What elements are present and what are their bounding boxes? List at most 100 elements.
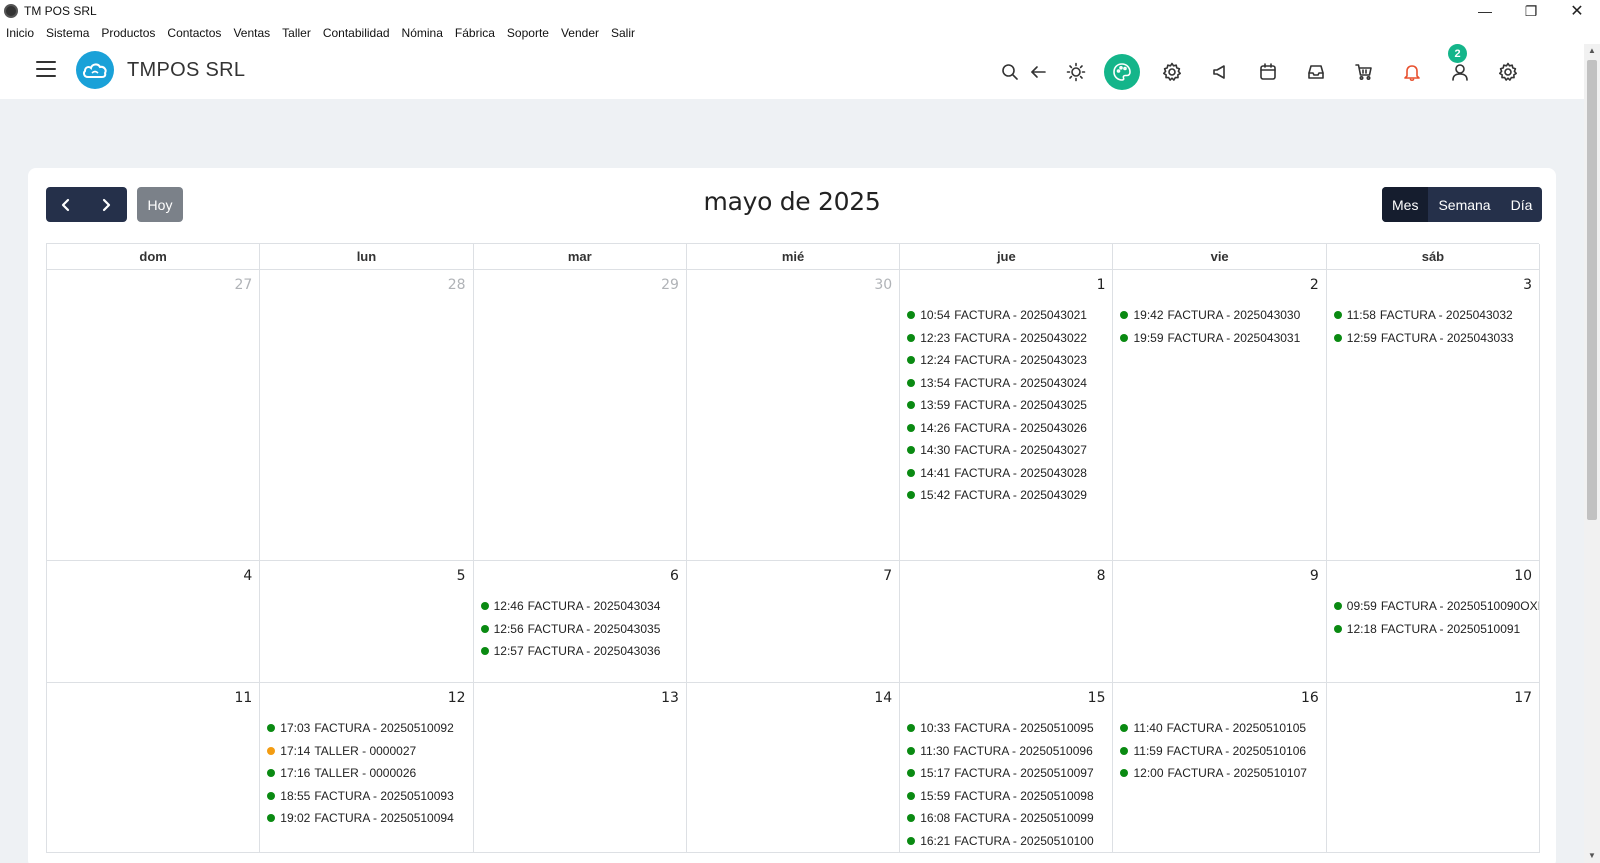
day-number[interactable]: 30 — [874, 277, 892, 293]
day-number[interactable]: 14 — [874, 690, 892, 706]
vertical-scrollbar[interactable]: ▲ ▼ — [1584, 44, 1600, 863]
menu-item-taller[interactable]: Taller — [282, 26, 311, 40]
menu-item-nómina[interactable]: Nómina — [402, 26, 443, 40]
scroll-up-icon[interactable]: ▲ — [1584, 44, 1600, 58]
calendar-event[interactable]: 10:33 FACTURA - 20250510095 — [900, 717, 1112, 740]
day-number[interactable]: 29 — [661, 277, 679, 293]
day-cell[interactable]: 29 — [473, 270, 687, 561]
day-cell[interactable]: 13 — [473, 683, 687, 853]
calendar-event[interactable]: 14:41 FACTURA - 2025043028 — [900, 462, 1112, 485]
day-number[interactable]: 17 — [1514, 690, 1532, 706]
day-number[interactable]: 15 — [1088, 690, 1106, 706]
day-number[interactable]: 11 — [234, 690, 252, 706]
menu-item-vender[interactable]: Vender — [561, 26, 599, 40]
back-arrow-icon[interactable] — [1022, 56, 1054, 88]
day-cell[interactable]: 8 — [900, 561, 1114, 683]
day-cell[interactable]: 4 — [47, 561, 261, 683]
day-number[interactable]: 7 — [883, 568, 892, 584]
day-number[interactable]: 4 — [243, 568, 252, 584]
scrollbar-thumb[interactable] — [1587, 60, 1597, 520]
calendar-event[interactable]: 17:03 FACTURA - 20250510092 — [260, 717, 472, 740]
day-cell[interactable]: 10 09:59 FACTURA - 20250510090OXI 12:18 FACT… — [1326, 561, 1541, 683]
day-cell[interactable]: 28 — [260, 270, 474, 561]
day-cell[interactable]: 27 — [47, 270, 261, 561]
menu-item-ventas[interactable]: Ventas — [233, 26, 270, 40]
day-number[interactable]: 28 — [448, 277, 466, 293]
close-icon[interactable]: ✕ — [1554, 0, 1600, 22]
gear-icon[interactable] — [1156, 56, 1188, 88]
calendar-event[interactable]: 16:21 FACTURA - 20250510100 — [900, 830, 1112, 853]
menu-item-fábrica[interactable]: Fábrica — [455, 26, 495, 40]
calendar-event[interactable]: 19:42 FACTURA - 2025043030 — [1113, 304, 1325, 327]
day-number[interactable]: 2 — [1310, 277, 1319, 293]
restore-icon[interactable]: ❐ — [1508, 0, 1554, 22]
calendar-event[interactable]: 11:59 FACTURA - 20250510106 — [1113, 740, 1325, 763]
view-2-button[interactable]: Día — [1501, 187, 1543, 222]
day-cell[interactable]: 15 10:33 FACTURA - 20250510095 11:30 FACTURA… — [900, 683, 1114, 853]
sun-icon[interactable] — [1060, 56, 1092, 88]
scroll-down-icon[interactable]: ▼ — [1584, 849, 1600, 863]
calendar-event[interactable]: 12:56 FACTURA - 2025043035 — [474, 618, 686, 641]
calendar-event[interactable]: 13:54 FACTURA - 2025043024 — [900, 372, 1112, 395]
calendar-event[interactable]: 12:59 FACTURA - 2025043033 — [1327, 327, 1539, 350]
day-cell[interactable]: 6 12:46 FACTURA - 2025043034 12:56 FACTURA -… — [473, 561, 687, 683]
calendar-event[interactable]: 19:59 FACTURA - 2025043031 — [1113, 327, 1325, 350]
menu-item-contactos[interactable]: Contactos — [167, 26, 221, 40]
day-number[interactable]: 10 — [1514, 568, 1532, 584]
calendar-event[interactable]: 09:59 FACTURA - 20250510090OXI — [1327, 595, 1539, 618]
day-number[interactable]: 5 — [457, 568, 466, 584]
day-cell[interactable]: 9 — [1113, 561, 1327, 683]
day-number[interactable]: 9 — [1310, 568, 1319, 584]
day-cell[interactable]: 2 19:42 FACTURA - 2025043030 19:59 FACTURA -… — [1113, 270, 1327, 561]
minimize-icon[interactable]: — — [1462, 0, 1508, 22]
calendar-event[interactable]: 11:30 FACTURA - 20250510096 — [900, 740, 1112, 763]
day-number[interactable]: 13 — [661, 690, 679, 706]
day-number[interactable]: 1 — [1097, 277, 1106, 293]
menu-item-sistema[interactable]: Sistema — [46, 26, 89, 40]
calendar-event[interactable]: 12:24 FACTURA - 2025043023 — [900, 349, 1112, 372]
view-0-button[interactable]: Mes — [1382, 187, 1429, 222]
inbox-icon[interactable] — [1300, 56, 1332, 88]
calendar-event[interactable]: 16:08 FACTURA - 20250510099 — [900, 807, 1112, 830]
calendar-event[interactable]: 18:55 FACTURA - 20250510093 — [260, 785, 472, 808]
day-cell[interactable]: 17 — [1326, 683, 1541, 853]
menu-item-inicio[interactable]: Inicio — [6, 26, 34, 40]
day-cell[interactable]: 11 — [47, 683, 261, 853]
calendar-event[interactable]: 12:18 FACTURA - 20250510091 — [1327, 618, 1539, 641]
calendar-event[interactable]: 12:23 FACTURA - 2025043022 — [900, 327, 1112, 350]
calendar-event[interactable]: 10:54 FACTURA - 2025043021 — [900, 304, 1112, 327]
day-cell[interactable]: 1 10:54 FACTURA - 2025043021 12:23 FACTURA -… — [900, 270, 1114, 561]
day-cell[interactable]: 14 — [686, 683, 901, 853]
menu-item-soporte[interactable]: Soporte — [507, 26, 549, 40]
day-cell[interactable]: 7 — [686, 561, 901, 683]
calendar-event[interactable]: 11:40 FACTURA - 20250510105 — [1113, 717, 1325, 740]
day-number[interactable]: 3 — [1523, 277, 1532, 293]
settings-gear-icon[interactable] — [1492, 56, 1524, 88]
calendar-event[interactable]: 11:58 FACTURA - 2025043032 — [1327, 304, 1539, 327]
bell-icon[interactable] — [1396, 56, 1428, 88]
day-number[interactable]: 27 — [234, 277, 252, 293]
day-cell[interactable]: 16 11:40 FACTURA - 20250510105 11:59 FACTURA… — [1113, 683, 1327, 853]
cart-icon[interactable] — [1348, 56, 1380, 88]
day-number[interactable]: 12 — [448, 690, 466, 706]
calendar-event[interactable]: 15:42 FACTURA - 2025043029 — [900, 484, 1112, 507]
calendar-event[interactable]: 14:26 FACTURA - 2025043026 — [900, 417, 1112, 440]
calendar-icon[interactable] — [1252, 56, 1284, 88]
calendar-event[interactable]: 12:57 FACTURA - 2025043036 — [474, 640, 686, 663]
day-cell[interactable]: 3 11:58 FACTURA - 2025043032 12:59 FACTURA -… — [1326, 270, 1541, 561]
day-number[interactable]: 6 — [670, 568, 679, 584]
day-number[interactable]: 8 — [1097, 568, 1106, 584]
view-1-button[interactable]: Semana — [1428, 187, 1500, 222]
menu-item-salir[interactable]: Salir — [611, 26, 635, 40]
menu-item-contabilidad[interactable]: Contabilidad — [323, 26, 390, 40]
day-number[interactable]: 16 — [1301, 690, 1319, 706]
calendar-event[interactable]: 12:00 FACTURA - 20250510107 — [1113, 762, 1325, 785]
calendar-event[interactable]: 17:14 TALLER - 0000027 — [260, 740, 472, 763]
calendar-event[interactable]: 13:59 FACTURA - 2025043025 — [900, 394, 1112, 417]
calendar-event[interactable]: 15:59 FACTURA - 20250510098 — [900, 785, 1112, 808]
calendar-event[interactable]: 17:16 TALLER - 0000026 — [260, 762, 472, 785]
palette-icon[interactable] — [1104, 54, 1140, 90]
hamburger-menu-icon[interactable] — [36, 61, 56, 77]
menu-item-productos[interactable]: Productos — [101, 26, 155, 40]
day-cell[interactable]: 30 — [686, 270, 901, 561]
